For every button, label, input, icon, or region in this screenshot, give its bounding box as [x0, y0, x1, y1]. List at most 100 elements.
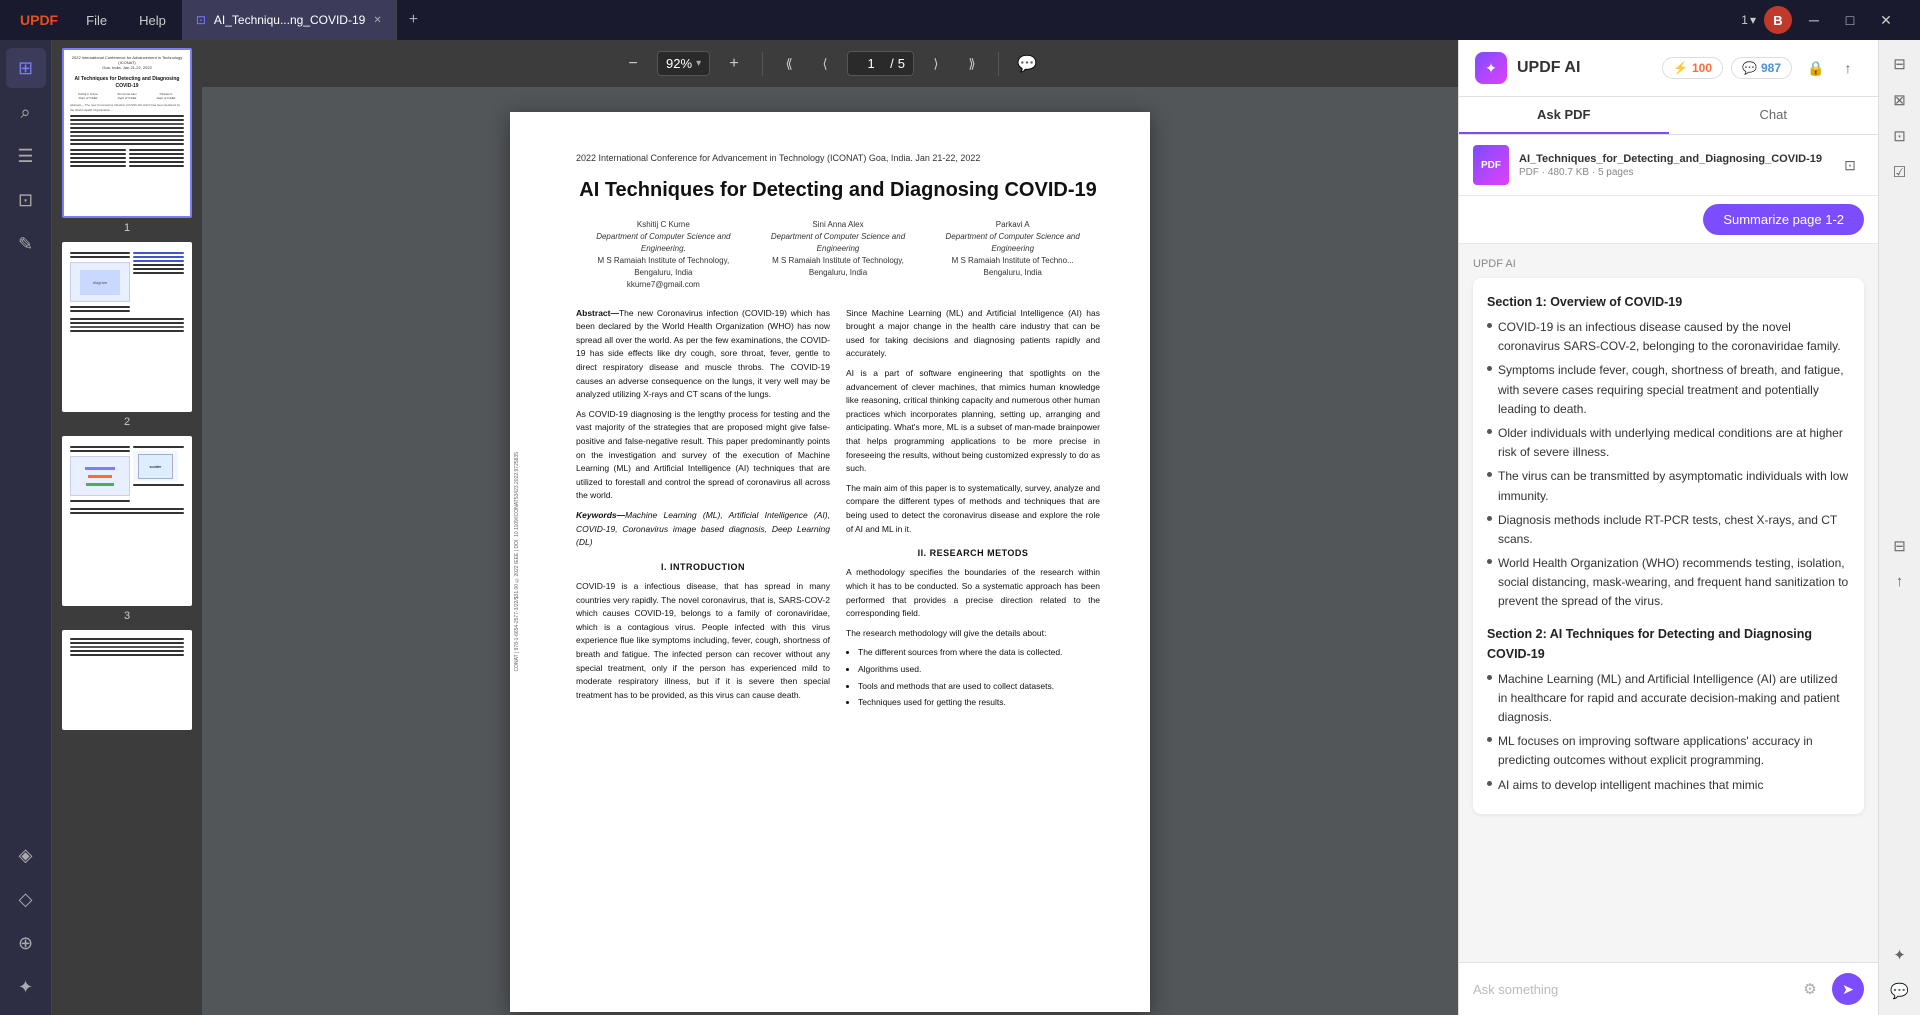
far-icon-upload[interactable]: ↑ — [1884, 566, 1916, 598]
file-details: AI_Techniques_for_Detecting_and_Diagnosi… — [1519, 152, 1826, 177]
first-page-btn[interactable]: ⟪ — [775, 50, 803, 78]
sidebar-item-signature[interactable]: ✦ — [6, 967, 46, 1007]
ai-share-icon[interactable]: ↑ — [1834, 54, 1862, 82]
prev-page-btn[interactable]: ⟨ — [811, 50, 839, 78]
menu-file[interactable]: File — [70, 0, 123, 40]
toolbar-separator-2 — [998, 52, 999, 76]
window-number: 1 ▾ — [1741, 13, 1756, 27]
far-icon-protect[interactable]: ⊡ — [1884, 120, 1916, 152]
tab-file-icon: ⊡ — [196, 13, 206, 27]
ai-bullet-item: Machine Learning (ML) and Artificial Int… — [1487, 670, 1850, 728]
left-sidebar: ⊞ ⌕ ☰ ⊡ ✎ ◈ ◇ ⊕ ✦ — [0, 40, 52, 1015]
far-icon-comment-bottom[interactable]: 💬 — [1884, 975, 1916, 1007]
file-name-label: AI_Techniques_for_Detecting_and_Diagnosi… — [1519, 152, 1826, 166]
far-icon-ai-chat[interactable]: ✦ — [1884, 939, 1916, 971]
ai-bullet-item: AI aims to develop intelligent machines … — [1487, 776, 1850, 795]
tab-chat[interactable]: Chat — [1669, 97, 1879, 134]
thumbnail-page-3[interactable]: scatter 3 — [60, 436, 194, 622]
app-logo: UPDF — [8, 12, 70, 28]
ai-tabs: Ask PDF Chat — [1459, 97, 1878, 135]
summarize-area: Summarize page 1-2 — [1459, 196, 1878, 244]
tab-ask-pdf[interactable]: Ask PDF — [1459, 97, 1669, 134]
active-tab[interactable]: ⊡ AI_Techniqu...ng_COVID-19 ✕ — [182, 0, 397, 40]
pdf-toolbar: − 92% ▾ + ⟪ ⟨ / 5 ⟩ ⟫ 💬 — [202, 40, 1458, 88]
sidebar-item-search[interactable]: ⌕ — [6, 92, 46, 132]
minimize-btn[interactable]: ─ — [1800, 6, 1828, 34]
section1-title: I. Introduction — [576, 560, 830, 574]
maximize-btn[interactable]: □ — [1836, 6, 1864, 34]
thumbnail-panel: 2022 International Conference for Advanc… — [52, 40, 202, 1015]
ai-bullet-item: Diagnosis methods include RT-PCR tests, … — [1487, 511, 1850, 549]
far-icon-ocr[interactable]: ⊟ — [1884, 48, 1916, 80]
zoom-selector[interactable]: 92% ▾ — [657, 51, 710, 76]
comment-tool-btn[interactable]: 💬 — [1011, 48, 1043, 80]
ai-header: ✦ UPDF AI ⚡ 100 💬 987 🔒 ↑ — [1459, 40, 1878, 97]
sidebar-item-thumbnail[interactable]: ⊞ — [6, 48, 46, 88]
pdf-page: CONAT | 978-1-6654-2577-3/22/$31.00 ©202… — [510, 112, 1150, 1012]
credit-badge-1: ⚡ 100 — [1662, 57, 1723, 79]
ai-source-label: UPDF AI — [1473, 258, 1864, 270]
thumb-label-1: 1 — [124, 222, 130, 234]
credit-icon-1: ⚡ — [1673, 61, 1688, 75]
new-tab-btn[interactable]: + — [397, 0, 430, 40]
ai-panel: ✦ UPDF AI ⚡ 100 💬 987 🔒 ↑ Ask PDF Chat — [1458, 40, 1878, 1015]
menu-help[interactable]: Help — [123, 0, 182, 40]
ai-logo-icon: ✦ — [1475, 52, 1507, 84]
author-2: Sini Anna Alex Department of Computer Sc… — [751, 219, 926, 291]
ai-bullet-item: ML focuses on improving software applica… — [1487, 732, 1850, 770]
page-navigation: / 5 — [847, 51, 914, 76]
thumbnail-page-2[interactable]: diagram — [60, 242, 194, 428]
summarize-btn[interactable]: Summarize page 1-2 — [1703, 204, 1864, 235]
ai-section-title-1: Section 1: Overview of COVID-19 — [1487, 292, 1850, 312]
page-number-input[interactable] — [856, 56, 886, 71]
authors-block: Kshitij C Kurne Department of Computer S… — [576, 219, 1100, 291]
section2-title: II. RESEARCH METODS — [846, 546, 1100, 560]
zoom-out-btn[interactable]: − — [617, 48, 649, 80]
author-1: Kshitij C Kurne Department of Computer S… — [576, 219, 751, 291]
thumb-label-2: 2 — [124, 416, 130, 428]
titlebar: UPDF File Help ⊡ AI_Techniqu...ng_COVID-… — [0, 0, 1920, 40]
sidebar-item-layers[interactable]: ◈ — [6, 835, 46, 875]
far-right-panel: ⊟ ⊠ ⊡ ☑ ⊟ ↑ ✦ 💬 — [1878, 40, 1920, 1015]
far-icon-extract[interactable]: ⊠ — [1884, 84, 1916, 116]
ai-bullet-item: Older individuals with underlying medica… — [1487, 424, 1850, 462]
tab-label: AI_Techniqu...ng_COVID-19 — [214, 13, 365, 27]
zoom-in-btn[interactable]: + — [718, 48, 750, 80]
ai-header-actions: 🔒 ↑ — [1802, 54, 1862, 82]
thumbnail-page-4[interactable] — [60, 630, 194, 730]
copy-icon[interactable]: ⊡ — [1836, 151, 1864, 179]
doi-bar: CONAT | 978-1-6654-2577-3/22/$31.00 ©202… — [510, 112, 524, 1012]
ai-bullet-item: Symptoms include fever, cough, shortness… — [1487, 361, 1850, 419]
tab-close-btn[interactable]: ✕ — [373, 15, 381, 26]
far-icon-copy-frame[interactable]: ⊟ — [1884, 530, 1916, 562]
pdf-viewer: − 92% ▾ + ⟪ ⟨ / 5 ⟩ ⟫ 💬 CONAT | 978-1- — [202, 40, 1458, 1015]
file-meta-label: PDF · 480.7 KB · 5 pages — [1519, 167, 1826, 178]
thumbnail-page-1[interactable]: 2022 International Conference for Advanc… — [60, 48, 194, 234]
thumb-label-3: 3 — [124, 610, 130, 622]
sidebar-item-edit[interactable]: ✎ — [6, 224, 46, 264]
ai-bullet-item: COVID-19 is an infectious disease caused… — [1487, 318, 1850, 356]
toolbar-separator — [762, 52, 763, 76]
ai-section-title-2: Section 2: AI Techniques for Detecting a… — [1487, 624, 1850, 664]
ai-response-area: UPDF AI Section 1: Overview of COVID-19 … — [1459, 244, 1878, 962]
pdf-body: Abstract—The new Coronavirus infection (… — [576, 307, 1100, 716]
ai-lock-icon[interactable]: 🔒 — [1802, 54, 1830, 82]
close-btn[interactable]: ✕ — [1872, 6, 1900, 34]
ai-panel-title: UPDF AI — [1517, 59, 1652, 77]
far-icon-check[interactable]: ☑ — [1884, 156, 1916, 188]
ai-credits: ⚡ 100 💬 987 — [1662, 57, 1792, 79]
sidebar-item-outline[interactable]: ☰ — [6, 136, 46, 176]
ai-settings-icon[interactable]: ⚙ — [1796, 975, 1824, 1003]
sidebar-item-comment[interactable]: ⊡ — [6, 180, 46, 220]
sidebar-item-attachments[interactable]: ⊕ — [6, 923, 46, 963]
ai-send-btn[interactable]: ➤ — [1832, 973, 1864, 1005]
last-page-btn[interactable]: ⟫ — [958, 50, 986, 78]
window-controls: 1 ▾ B ─ □ ✕ — [1729, 6, 1912, 34]
ai-input-area: ⚙ ➤ — [1459, 962, 1878, 1015]
next-page-btn[interactable]: ⟩ — [922, 50, 950, 78]
user-avatar[interactable]: B — [1764, 6, 1792, 34]
sidebar-item-bookmark[interactable]: ◇ — [6, 879, 46, 919]
ai-bullet-item: The virus can be transmitted by asymptom… — [1487, 467, 1850, 505]
author-3: Parkavi A Department of Computer Science… — [925, 219, 1100, 291]
ai-ask-input[interactable] — [1473, 982, 1788, 997]
